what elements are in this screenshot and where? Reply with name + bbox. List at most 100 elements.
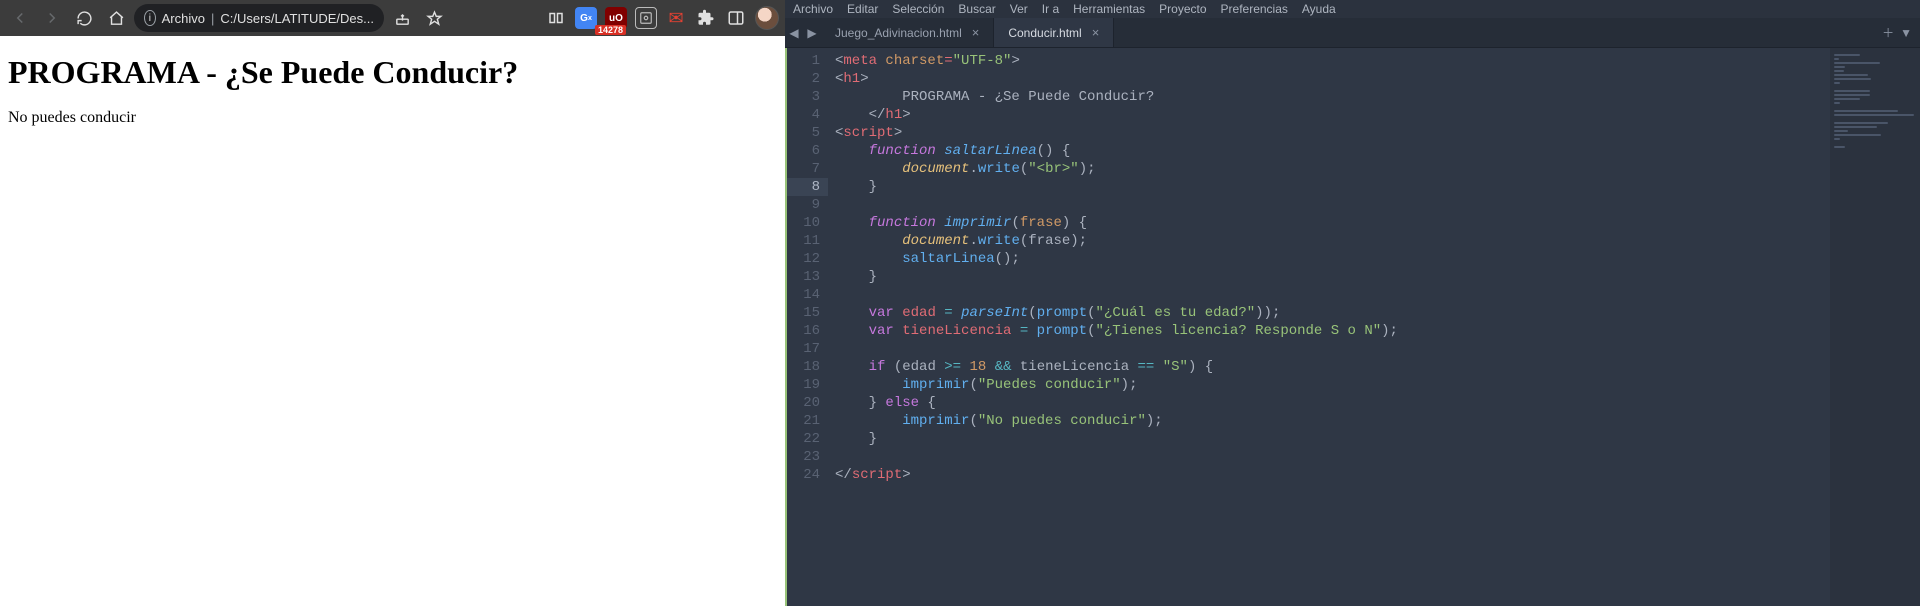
line-number: 8	[785, 178, 828, 196]
url-scheme-label: Archivo	[162, 11, 205, 26]
share-button[interactable]	[388, 4, 416, 32]
new-tab-button[interactable]: ＋	[1882, 24, 1894, 41]
line-number: 11	[785, 232, 820, 250]
line-number: 15	[785, 304, 820, 322]
line-number: 7	[785, 160, 820, 178]
line-number: 3	[785, 88, 820, 106]
tab-conducir-html[interactable]: Conducir.html ×	[994, 18, 1114, 47]
browser-window: i Archivo | C:/Users/LATITUDE/Des... Gx …	[0, 0, 785, 606]
line-number: 5	[785, 124, 820, 142]
menu-buscar[interactable]: Buscar	[958, 2, 995, 16]
menu-editar[interactable]: Editar	[847, 2, 878, 16]
line-number: 20	[785, 394, 820, 412]
code-line[interactable]: </script>	[835, 466, 1830, 484]
code-line[interactable]: document.write(frase);	[835, 232, 1830, 250]
code-line[interactable]: var edad = parseInt(prompt("¿Cuál es tu …	[835, 304, 1830, 322]
reader-mode-icon[interactable]	[545, 7, 567, 29]
page-heading: PROGRAMA - ¿Se Puede Conducir?	[8, 54, 777, 91]
code-line[interactable]	[835, 196, 1830, 214]
code-line[interactable]: function saltarLinea() {	[835, 142, 1830, 160]
tab-nav-prev[interactable]: ◀	[785, 18, 803, 47]
code-line[interactable]: document.write("<br>");	[835, 160, 1830, 178]
mail-icon[interactable]: ✉	[665, 7, 687, 29]
line-number: 22	[785, 430, 820, 448]
browser-toolbar: i Archivo | C:/Users/LATITUDE/Des... Gx …	[0, 0, 785, 36]
line-number: 24	[785, 466, 820, 484]
code-line[interactable]: <meta charset="UTF-8">	[835, 52, 1830, 70]
code-line[interactable]: } else {	[835, 394, 1830, 412]
minimap[interactable]	[1830, 48, 1920, 606]
line-number: 14	[785, 286, 820, 304]
tab-options-button[interactable]: ▼	[1900, 26, 1912, 40]
editor-menubar[interactable]: Archivo Editar Selección Buscar Ver Ir a Herra…	[785, 0, 1920, 18]
code-line[interactable]: function imprimir(frase) {	[835, 214, 1830, 232]
line-number: 21	[785, 412, 820, 430]
code-line[interactable]	[835, 448, 1830, 466]
code-line[interactable]: imprimir("No puedes conducir");	[835, 412, 1830, 430]
code-line[interactable]: PROGRAMA - ¿Se Puede Conducir?	[835, 88, 1830, 106]
git-gutter-bar	[785, 48, 787, 606]
line-number: 16	[785, 322, 820, 340]
line-number: 2	[785, 70, 820, 88]
reload-button[interactable]	[70, 4, 98, 32]
menu-ir a[interactable]: Ir a	[1042, 2, 1059, 16]
ublock-icon[interactable]: uO 14278	[605, 7, 627, 29]
line-number: 23	[785, 448, 820, 466]
tab-close-icon[interactable]: ×	[972, 25, 980, 40]
menu-herramientas[interactable]: Herramientas	[1073, 2, 1145, 16]
menu-archivo[interactable]: Archivo	[793, 2, 833, 16]
line-number: 4	[785, 106, 820, 124]
line-number: 13	[785, 268, 820, 286]
extension-icons: Gx uO 14278 ✉	[545, 6, 779, 30]
menu-ayuda[interactable]: Ayuda	[1302, 2, 1336, 16]
tab-juego_adivinacion-html[interactable]: Juego_Adivinacion.html×	[821, 18, 994, 47]
code-line[interactable]: if (edad >= 18 && tieneLicencia == "S") …	[835, 358, 1830, 376]
page-body-text: No puedes conducir	[8, 109, 777, 127]
home-button[interactable]	[102, 4, 130, 32]
code-line[interactable]: <h1>	[835, 70, 1830, 88]
google-translate-icon[interactable]: Gx	[575, 7, 597, 29]
line-number: 10	[785, 214, 820, 232]
forward-button[interactable]	[38, 4, 66, 32]
tab-close-icon[interactable]: ×	[1092, 25, 1100, 40]
menu-ver[interactable]: Ver	[1010, 2, 1028, 16]
back-button[interactable]	[6, 4, 34, 32]
code-line[interactable]: </h1>	[835, 106, 1830, 124]
code-text[interactable]: <meta charset="UTF-8"><h1> PROGRAMA - ¿S…	[829, 48, 1830, 606]
line-number: 1	[785, 52, 820, 70]
menu-selección[interactable]: Selección	[892, 2, 944, 16]
site-info-icon[interactable]: i	[144, 10, 156, 26]
code-line[interactable]: var tieneLicencia = prompt("¿Tienes lice…	[835, 322, 1830, 340]
code-line[interactable]: imprimir("Puedes conducir");	[835, 376, 1830, 394]
line-number: 17	[785, 340, 820, 358]
code-line[interactable]: }	[835, 430, 1830, 448]
code-line[interactable]: <script>	[835, 124, 1830, 142]
page-viewport: PROGRAMA - ¿Se Puede Conducir? No puedes…	[0, 36, 785, 606]
profile-avatar[interactable]	[755, 6, 779, 30]
line-number: 12	[785, 250, 820, 268]
menu-proyecto[interactable]: Proyecto	[1159, 2, 1206, 16]
code-line[interactable]: saltarLinea();	[835, 250, 1830, 268]
line-number: 6	[785, 142, 820, 160]
code-line[interactable]	[835, 340, 1830, 358]
address-bar[interactable]: i Archivo | C:/Users/LATITUDE/Des...	[134, 4, 384, 32]
extension-icon-1[interactable]	[635, 7, 657, 29]
line-number-gutter: 123456789101112131415161718192021222324	[785, 48, 829, 606]
url-separator: |	[211, 11, 214, 26]
side-panel-icon[interactable]	[725, 7, 747, 29]
line-number: 19	[785, 376, 820, 394]
tab-nav-next[interactable]: ▶	[803, 18, 821, 47]
code-line[interactable]: }	[835, 178, 1830, 196]
extensions-puzzle-icon[interactable]	[695, 7, 717, 29]
line-number: 18	[785, 358, 820, 376]
tab-label: Conducir.html	[1008, 26, 1081, 40]
editor-window: Archivo Editar Selección Buscar Ver Ir a Herra…	[785, 0, 1920, 606]
line-number: 9	[785, 196, 820, 214]
ublock-badge: 14278	[595, 25, 626, 35]
code-line[interactable]: }	[835, 268, 1830, 286]
code-area: 123456789101112131415161718192021222324 …	[785, 48, 1920, 606]
menu-preferencias[interactable]: Preferencias	[1221, 2, 1288, 16]
bookmark-button[interactable]	[420, 4, 448, 32]
editor-tabbar: ◀ ▶ Juego_Adivinacion.html×Conducir.html…	[785, 18, 1920, 48]
code-line[interactable]	[835, 286, 1830, 304]
